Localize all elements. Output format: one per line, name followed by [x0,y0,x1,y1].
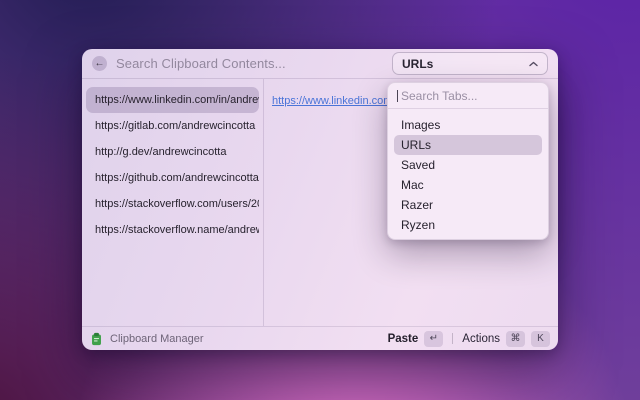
menu-item-images[interactable]: Images [394,115,542,135]
k-key-icon: K [531,331,550,347]
list-item[interactable]: https://github.com/andrewcincotta [86,165,259,191]
search-input[interactable]: Search Clipboard Contents... [116,56,392,71]
category-dropdown-value: URLs [402,57,433,71]
menu-item-razer[interactable]: Razer [394,195,542,215]
action-bar: Clipboard Manager Paste ↵ Actions ⌘ K [82,326,558,350]
category-dropdown-button[interactable]: URLs [392,52,548,75]
list-item[interactable]: http://g.dev/andrewcincotta [86,139,259,165]
window-header: ← Search Clipboard Contents... URLs [82,49,558,79]
menu-item-list: Images URLs Saved Mac Razer Ryzen [388,109,548,241]
chevron-up-icon [529,61,538,67]
list-item[interactable]: https://gitlab.com/andrewcincotta [86,113,259,139]
footer-separator [452,333,453,344]
back-button[interactable]: ← [92,56,107,71]
arrow-left-icon: ← [95,56,105,71]
text-cursor [397,90,398,102]
actions-button[interactable]: Actions [462,333,500,345]
detail-link[interactable]: https://www.linkedin.com/ [272,95,396,107]
dropdown-menu: Search Tabs... Images URLs Saved Mac Raz… [387,82,549,240]
menu-item-saved[interactable]: Saved [394,155,542,175]
list-item[interactable]: https://www.linkedin.com/in/andrew... [86,87,259,113]
app-identity: Clipboard Manager [90,332,204,346]
app-name-label: Clipboard Manager [110,333,204,345]
clipboard-manager-window: ← Search Clipboard Contents... URLs http… [82,49,558,350]
menu-item-urls[interactable]: URLs [394,135,542,155]
list-item[interactable]: https://stackoverflow.name/andrew-... [86,217,259,243]
return-key-icon: ↵ [424,331,443,347]
clipboard-list: https://www.linkedin.com/in/andrew... ht… [82,79,264,326]
tabs-search-placeholder: Search Tabs... [401,89,478,103]
tabs-search-input[interactable]: Search Tabs... [388,83,548,108]
desktop-background: ← Search Clipboard Contents... URLs http… [0,0,640,400]
clipboard-icon [90,332,103,346]
menu-item-ryzen[interactable]: Ryzen [394,215,542,235]
command-key-icon: ⌘ [506,331,525,347]
list-item[interactable]: https://stackoverflow.com/users/207... [86,191,259,217]
menu-item-mac[interactable]: Mac [394,175,542,195]
paste-button[interactable]: Paste [388,333,419,345]
footer-actions: Paste ↵ Actions ⌘ K [388,331,550,347]
